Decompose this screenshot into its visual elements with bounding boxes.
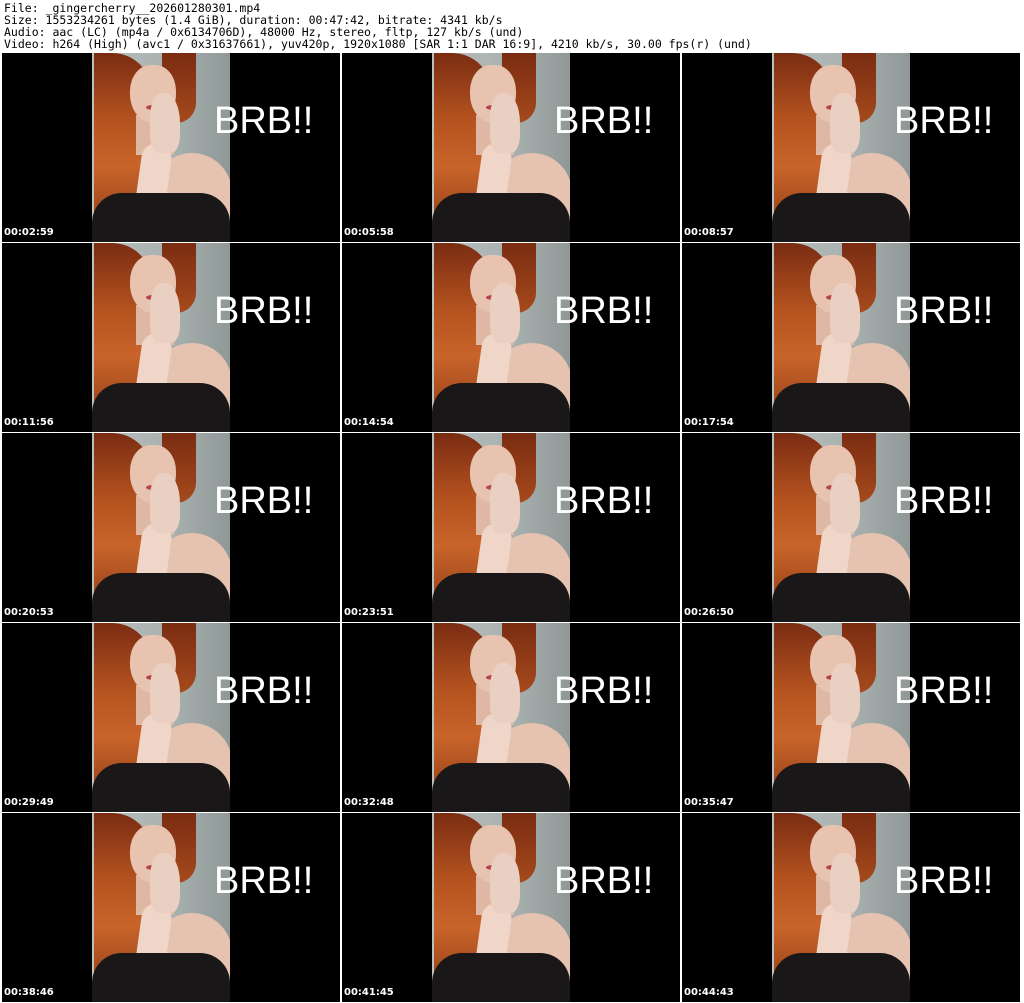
thumbnail-timestamp: 00:32:48 [344,797,394,808]
hand-shape [150,663,180,723]
video-thumbnail: BRB!! 00:08:57 [682,53,1020,242]
clothing-shape [772,383,910,432]
thumbnail-photo [92,433,230,622]
hand-shape [490,663,520,723]
hand-shape [490,283,520,343]
thumbnail-photo [432,243,570,432]
hand-shape [150,283,180,343]
brb-caption: BRB!! [894,860,994,902]
hand-shape [150,853,180,913]
clothing-shape [432,383,570,432]
brb-caption: BRB!! [894,480,994,522]
video-thumbnail: BRB!! 00:02:59 [2,53,340,242]
thumbnail-timestamp: 00:20:53 [4,607,54,618]
thumbnail-photo [432,813,570,1002]
video-thumbnail: BRB!! 00:17:54 [682,243,1020,432]
brb-caption: BRB!! [214,670,314,712]
video-thumbnail: BRB!! 00:29:49 [2,623,340,812]
brb-caption: BRB!! [554,670,654,712]
video-thumbnail: BRB!! 00:20:53 [2,433,340,622]
thumbnail-photo [432,53,570,242]
brb-caption: BRB!! [554,860,654,902]
thumbnail-timestamp: 00:05:58 [344,227,394,238]
thumbnail-photo [432,623,570,812]
thumbnail-photo [772,433,910,622]
hand-shape [490,853,520,913]
video-thumbnail: BRB!! 00:23:51 [342,433,680,622]
video-thumbnail: BRB!! 00:14:54 [342,243,680,432]
hand-shape [490,93,520,153]
brb-caption: BRB!! [894,670,994,712]
brb-caption: BRB!! [554,290,654,332]
thumbnail-timestamp: 00:41:45 [344,987,394,998]
thumbnail-grid: BRB!! 00:02:59 BRB!! 00:05:58 BRB!! 00:08:57 B… [2,53,1022,1003]
clothing-shape [772,573,910,622]
thumbnail-timestamp: 00:14:54 [344,417,394,428]
video-thumbnail: BRB!! 00:11:56 [2,243,340,432]
thumbnail-timestamp: 00:17:54 [684,417,734,428]
clothing-shape [432,193,570,242]
thumbnail-photo [92,243,230,432]
clothing-shape [92,383,230,432]
thumbnail-photo [772,813,910,1002]
thumbnail-timestamp: 00:08:57 [684,227,734,238]
brb-caption: BRB!! [214,290,314,332]
video-thumbnail: BRB!! 00:41:45 [342,813,680,1002]
thumbnail-photo [772,53,910,242]
thumbnail-timestamp: 00:35:47 [684,797,734,808]
hand-shape [150,93,180,153]
thumbnail-photo [772,623,910,812]
video-thumbnail: BRB!! 00:44:43 [682,813,1020,1002]
video-thumbnail: BRB!! 00:32:48 [342,623,680,812]
clothing-shape [92,573,230,622]
video-thumbnail: BRB!! 00:26:50 [682,433,1020,622]
brb-caption: BRB!! [214,480,314,522]
thumbnail-timestamp: 00:38:46 [4,987,54,998]
thumbnail-timestamp: 00:11:56 [4,417,54,428]
video-thumbnail: BRB!! 00:05:58 [342,53,680,242]
brb-caption: BRB!! [894,290,994,332]
clothing-shape [432,763,570,812]
thumbnail-photo [432,433,570,622]
clothing-shape [432,573,570,622]
hand-shape [150,473,180,533]
hand-shape [830,473,860,533]
thumbnail-timestamp: 00:44:43 [684,987,734,998]
brb-caption: BRB!! [214,860,314,902]
clothing-shape [772,763,910,812]
brb-caption: BRB!! [894,100,994,142]
clothing-shape [432,953,570,1002]
hand-shape [830,853,860,913]
file-info-header: File: _gingercherry__202601280301.mp4 Si… [0,0,1024,52]
video-info-line: Video: h264 (High) (avc1 / 0x31637661), … [4,37,752,51]
thumbnail-photo [92,53,230,242]
clothing-shape [92,763,230,812]
hand-shape [830,663,860,723]
thumbnail-timestamp: 00:29:49 [4,797,54,808]
clothing-shape [92,193,230,242]
brb-caption: BRB!! [554,480,654,522]
thumbnail-timestamp: 00:02:59 [4,227,54,238]
thumbnail-photo [92,623,230,812]
clothing-shape [772,953,910,1002]
video-thumbnail: BRB!! 00:38:46 [2,813,340,1002]
hand-shape [490,473,520,533]
clothing-shape [92,953,230,1002]
clothing-shape [772,193,910,242]
thumbnail-timestamp: 00:26:50 [684,607,734,618]
thumbnail-photo [92,813,230,1002]
thumbnail-photo [772,243,910,432]
hand-shape [830,93,860,153]
hand-shape [830,283,860,343]
thumbnail-timestamp: 00:23:51 [344,607,394,618]
brb-caption: BRB!! [554,100,654,142]
video-thumbnail: BRB!! 00:35:47 [682,623,1020,812]
brb-caption: BRB!! [214,100,314,142]
